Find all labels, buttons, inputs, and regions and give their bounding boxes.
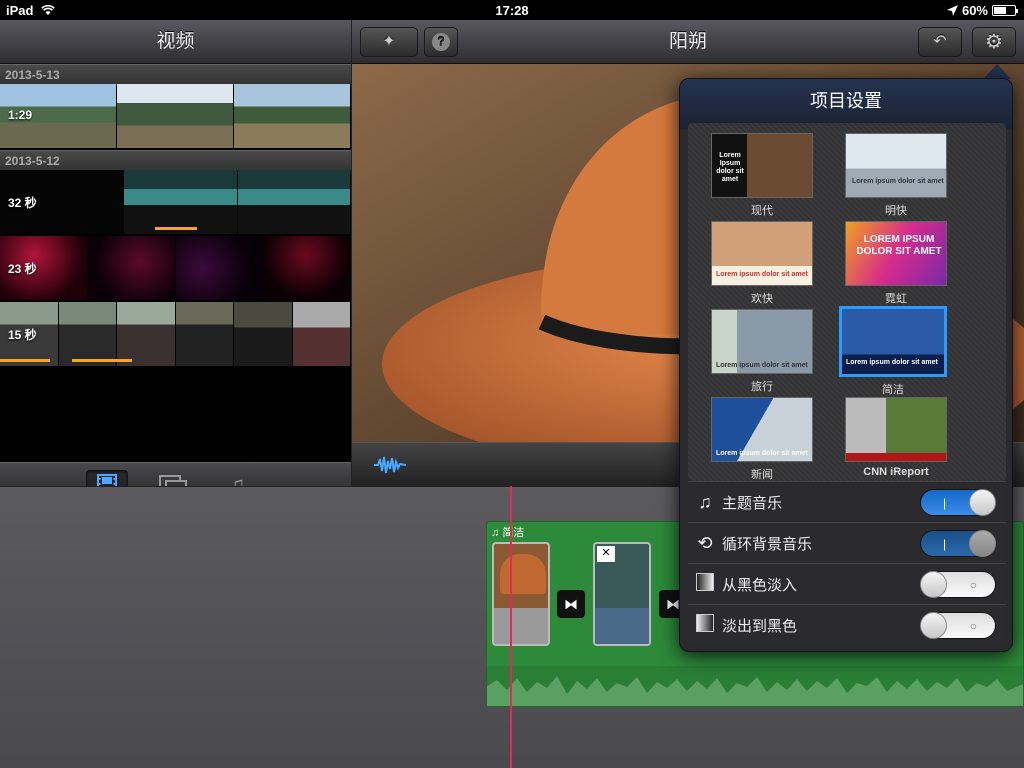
fade-in-toggle[interactable]: ○ (920, 570, 996, 598)
clip-thumbnails (0, 84, 351, 148)
theme-thumbnail: Lorem ipsum dolor sit amet (711, 309, 813, 374)
audio-waveform (487, 666, 1023, 706)
theme-label: 旅行 (751, 381, 773, 393)
clip-thumbnails (0, 302, 351, 366)
project-title: 阳朔 (668, 31, 707, 52)
projects-button[interactable]: ✦ (360, 27, 418, 57)
theme-bright[interactable]: Lorem ipsum dolor sit amet 明快 (842, 133, 950, 218)
theme-thumbnail: LOREM IPSUM DOLOR SIT AMET (845, 221, 947, 286)
theme-sample-text: Lorem ipsum dolor sit amet (846, 359, 938, 366)
theme-sample-text: Lorem ipsum dolor sit amet (852, 178, 944, 185)
theme-thumbnail: Lorem ipsum dolor sit amet (711, 397, 813, 462)
theme-modern[interactable]: Lorem Ipsum dolor sit amet 现代 (708, 133, 816, 218)
audio-waveform-icon[interactable] (374, 455, 406, 475)
theme-label: 现代 (751, 205, 773, 217)
section-date: 2013-5-12 (0, 150, 351, 170)
theme-label: 简洁 (882, 384, 904, 396)
help-button[interactable]: ? (424, 27, 458, 57)
clip-duration: 23 秒 (8, 262, 37, 276)
star-icon: ✦ (382, 33, 396, 50)
battery-icon (992, 5, 1018, 16)
setting-fade-in[interactable]: 从黑色淡入 ○ (688, 563, 1006, 604)
project-settings-popover: 项目设置 Lorem Ipsum dolor sit amet 现代 Lorem… (679, 78, 1013, 652)
popover-arrow (983, 64, 1011, 79)
setting-label: 循环背景音乐 (722, 535, 813, 553)
theme-sample-text: Lorem ipsum dolor sit amet (716, 271, 808, 278)
status-bar: iPad 17:28 60% (0, 0, 1024, 20)
music-note-icon: ♫ (491, 527, 500, 539)
theme-thumbnail: Lorem ipsum dolor sit amet (845, 133, 947, 198)
clip-row[interactable]: 32 秒 (0, 170, 351, 236)
fade-out-toggle[interactable]: ○ (920, 611, 996, 639)
theme-sample-text: Lorem ipsum dolor sit amet (716, 450, 808, 457)
theme-playful[interactable]: Lorem ipsum dolor sit amet 欢快 (708, 221, 816, 306)
clip-row[interactable]: 1:29 (0, 84, 351, 150)
theme-sample-text: Lorem ipsum dolor sit amet (716, 362, 808, 369)
theme-label: 明快 (885, 205, 907, 217)
loop-icon: ⟲ (697, 532, 713, 553)
browser-title: 视频 (0, 20, 351, 64)
fade-in-icon (688, 572, 722, 596)
theme-simple[interactable]: Lorem ipsum dolor sit amet 简洁 (839, 306, 947, 397)
theme-thumbnail (845, 397, 947, 462)
clip-thumbnails (0, 170, 351, 234)
theme-label: 新闻 (751, 469, 773, 481)
theme-sample-text: Lorem Ipsum dolor sit amet (716, 152, 744, 183)
theme-cnn-ireport[interactable]: CNN iReport (842, 397, 950, 478)
theme-travel[interactable]: Lorem ipsum dolor sit amet 旅行 (708, 309, 816, 394)
media-browser: 视频 2013-5-13 1:29 2013-5-12 32 秒 23 秒 15… (0, 20, 351, 506)
mute-icon: ✕ (597, 546, 615, 562)
status-time: 17:28 (495, 3, 529, 18)
theme-sample-text: LOREM IPSUM DOLOR SIT AMET (856, 234, 942, 257)
setting-label: 主题音乐 (722, 494, 783, 512)
clip-duration: 32 秒 (8, 196, 37, 210)
setting-theme-music[interactable]: ♫ 主题音乐 | (688, 481, 1006, 522)
undo-icon: ↶ (933, 33, 947, 50)
theme-label: 欢快 (751, 293, 773, 305)
location-icon (946, 5, 958, 16)
setting-label: 淡出到黑色 (722, 617, 798, 635)
clip-duration: 1:29 (8, 108, 33, 122)
setting-label: 从黑色淡入 (722, 576, 798, 594)
timeline-clip[interactable]: ✕ (593, 542, 651, 646)
theme-thumbnail: Lorem Ipsum dolor sit amet (711, 133, 813, 198)
track-title-label: 简洁 (502, 527, 525, 539)
clip-thumbnails (0, 236, 351, 300)
used-marker (0, 359, 50, 362)
clip-row[interactable]: 23 秒 (0, 236, 351, 302)
theme-neon[interactable]: LOREM IPSUM DOLOR SIT AMET 霓虹 (842, 221, 950, 306)
section-date: 2013-5-13 (0, 64, 351, 84)
popover-title: 项目设置 (810, 91, 882, 111)
setting-loop-music[interactable]: ⟲ 循环背景音乐 | (688, 522, 1006, 563)
theme-label: CNN iReport (863, 466, 929, 478)
music-note-icon: ♫ (698, 491, 712, 512)
theme-thumbnail: Lorem ipsum dolor sit amet (839, 306, 947, 377)
theme-label: 霓虹 (885, 293, 907, 305)
gear-icon: ⚙ (985, 31, 1003, 53)
theme-music-toggle[interactable]: | (920, 488, 996, 516)
transition-icon: ⧓ (666, 595, 680, 612)
loop-music-toggle[interactable]: | (920, 529, 996, 557)
timeline-clip[interactable] (492, 542, 550, 646)
clip-row[interactable]: 15 秒 (0, 302, 351, 368)
question-icon: ? (432, 33, 450, 51)
battery-percent: 60% (961, 3, 988, 18)
viewer-navbar: 阳朔 ✦ ? ↶ ⚙ (352, 20, 1024, 64)
used-marker (72, 359, 132, 362)
transition-icon: ⧓ (564, 595, 578, 612)
playhead[interactable] (510, 486, 512, 768)
used-marker (155, 227, 197, 230)
transition-button[interactable]: ⧓ (557, 590, 585, 618)
theme-news[interactable]: Lorem ipsum dolor sit amet 新闻 (708, 397, 816, 482)
clip-duration: 15 秒 (8, 328, 37, 342)
setting-fade-out[interactable]: 淡出到黑色 ○ (688, 604, 1006, 645)
settings-button[interactable]: ⚙ (972, 27, 1016, 57)
track-title: ♫ 简洁 (491, 524, 524, 540)
theme-grid: Lorem Ipsum dolor sit amet 现代 Lorem ipsu… (688, 123, 1006, 481)
fade-out-icon (688, 613, 722, 637)
theme-thumbnail: Lorem ipsum dolor sit amet (711, 221, 813, 286)
undo-button[interactable]: ↶ (918, 27, 962, 57)
